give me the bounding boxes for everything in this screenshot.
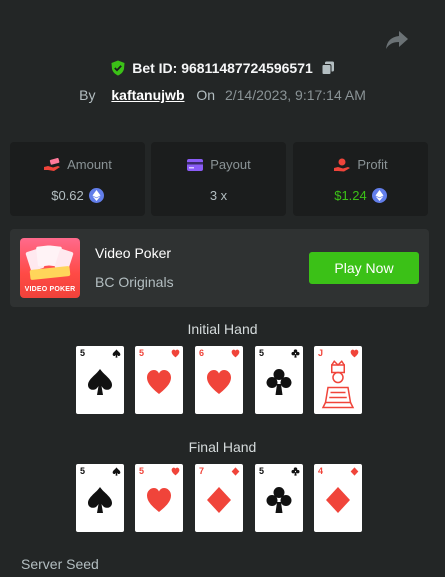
club-icon xyxy=(266,369,292,395)
ethereum-icon xyxy=(371,188,387,203)
spade-icon xyxy=(88,369,112,395)
profit-hand-icon xyxy=(334,158,351,171)
ethereum-icon xyxy=(88,188,104,203)
card-payout-icon xyxy=(187,158,204,171)
profit-panel: Profit $1.24 xyxy=(293,142,428,216)
playing-card-6-heart: 6 xyxy=(195,346,243,414)
diamond-icon xyxy=(231,467,240,476)
playing-card-7-diamond: 7 xyxy=(195,464,243,532)
spade-icon xyxy=(88,487,112,513)
card-rank: 5 xyxy=(80,466,86,476)
card-rank: 5 xyxy=(139,466,145,476)
game-card: VIDEO POKER Video Poker BC Originals Pla… xyxy=(10,229,429,307)
thumbnail-text: VIDEO POKER xyxy=(24,286,76,293)
server-seed-label: Server Seed xyxy=(21,556,99,572)
jack-face-art xyxy=(321,360,355,409)
username-link[interactable]: kaftanujwb xyxy=(111,87,184,103)
copy-icon[interactable] xyxy=(321,61,335,75)
diamond-icon xyxy=(350,467,359,476)
card-rank: J xyxy=(318,348,324,358)
on-label: On xyxy=(196,87,216,103)
card-rank: 7 xyxy=(199,466,205,476)
club-icon xyxy=(291,467,300,476)
card-rank: 5 xyxy=(139,348,145,358)
heart-icon xyxy=(147,370,171,394)
card-rank: 6 xyxy=(199,348,205,358)
heart-icon xyxy=(350,349,359,358)
heart-icon xyxy=(231,349,240,358)
card-rank: 5 xyxy=(80,348,86,358)
spade-icon xyxy=(112,349,121,358)
video-poker-thumbnail[interactable]: VIDEO POKER xyxy=(20,238,80,298)
payout-label: Payout xyxy=(210,157,251,172)
card-rank: 5 xyxy=(259,348,265,358)
heart-icon xyxy=(171,467,180,476)
amount-value: $0.62 xyxy=(51,188,84,203)
final-hand-title: Final Hand xyxy=(188,439,257,455)
verified-shield-icon xyxy=(111,60,125,76)
playing-card-5-club: 5 xyxy=(255,346,303,414)
profit-value: $1.24 xyxy=(334,188,367,203)
spade-icon xyxy=(112,467,121,476)
club-icon xyxy=(266,487,292,513)
money-hand-icon xyxy=(44,157,61,171)
club-icon xyxy=(291,349,300,358)
card-rank: 5 xyxy=(259,466,265,476)
playing-card-5-spade: 5 xyxy=(76,464,124,532)
diamond-icon xyxy=(326,487,350,513)
heart-icon xyxy=(207,370,231,394)
playing-card-J-heart: J xyxy=(314,346,362,414)
bet-author-row: By kaftanujwb On 2/14/2023, 9:17:14 AM xyxy=(0,87,445,103)
diamond-icon xyxy=(207,487,231,513)
playing-card-5-heart: 5 xyxy=(135,464,183,532)
amount-label: Amount xyxy=(67,157,112,172)
initial-hand-title: Initial Hand xyxy=(187,321,258,337)
payout-value: 3 x xyxy=(209,188,228,203)
profit-label: Profit xyxy=(357,157,388,172)
bet-date: 2/14/2023, 9:17:14 AM xyxy=(224,87,366,103)
amount-panel: Amount $0.62 xyxy=(10,142,145,216)
play-now-button[interactable]: Play Now xyxy=(309,252,419,284)
playing-card-4-diamond: 4 xyxy=(314,464,362,532)
game-provider: BC Originals xyxy=(95,274,174,290)
playing-card-5-spade: 5 xyxy=(76,346,124,414)
heart-icon xyxy=(171,349,180,358)
game-title: Video Poker xyxy=(95,245,172,261)
share-icon[interactable] xyxy=(385,30,409,50)
by-label: By xyxy=(79,87,96,103)
playing-card-5-club: 5 xyxy=(255,464,303,532)
bet-id: Bet ID: 96811487724596571 xyxy=(132,60,313,76)
payout-panel: Payout 3 x xyxy=(151,142,286,216)
playing-card-5-heart: 5 xyxy=(135,346,183,414)
bet-id-row: Bet ID: 96811487724596571 xyxy=(0,60,445,76)
card-rank: 4 xyxy=(318,466,324,476)
heart-icon xyxy=(147,488,171,512)
